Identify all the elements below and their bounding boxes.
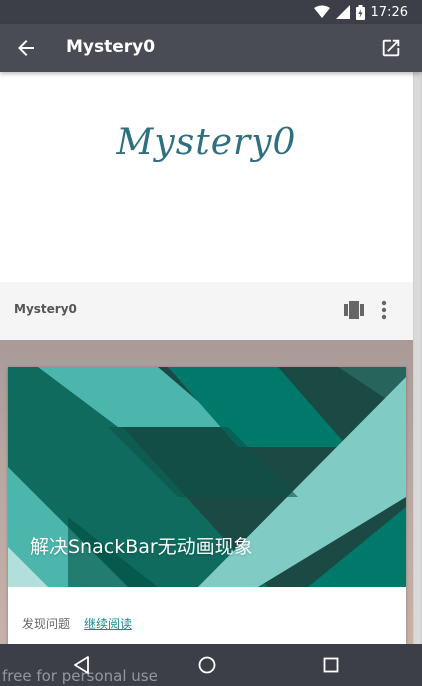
logo: Mystery0 bbox=[116, 122, 297, 163]
home-circle-icon[interactable] bbox=[196, 654, 218, 676]
recents-square-icon[interactable] bbox=[320, 654, 342, 676]
post-category[interactable]: 发现问题 bbox=[22, 615, 70, 632]
post-cover-image: 解决SnackBar无动画现象 bbox=[8, 367, 406, 587]
scrollbar-thumb[interactable] bbox=[414, 72, 421, 644]
scrollbar[interactable] bbox=[413, 72, 422, 644]
status-time: 17:26 bbox=[370, 4, 408, 20]
read-more-link[interactable]: 继续阅读 bbox=[84, 615, 132, 632]
back-arrow-icon[interactable] bbox=[14, 36, 38, 60]
wifi-icon bbox=[313, 5, 330, 18]
app-bar: Mystery0 bbox=[0, 24, 422, 72]
post-title[interactable]: 解决SnackBar无动画现象 bbox=[30, 532, 253, 559]
film-icon[interactable] bbox=[344, 301, 364, 319]
logo-area: Mystery0 bbox=[0, 72, 413, 282]
more-vert-icon[interactable] bbox=[378, 298, 390, 322]
card-header: Mystery0 bbox=[0, 282, 413, 340]
main-content[interactable]: Mystery0 Mystery0 解决SnackBar无动画现象 发现问题 继… bbox=[0, 72, 422, 644]
page-title: Mystery0 bbox=[66, 37, 156, 57]
card-author-name: Mystery0 bbox=[14, 302, 77, 316]
watermark: free for personal use bbox=[2, 667, 158, 685]
post-footer: 发现问题 继续阅读 bbox=[8, 587, 406, 644]
signal-icon bbox=[335, 5, 350, 19]
post-card[interactable]: 解决SnackBar无动画现象 发现问题 继续阅读 bbox=[8, 367, 406, 644]
battery-icon bbox=[355, 4, 365, 20]
status-bar: 17:26 bbox=[0, 0, 422, 24]
open-external-icon[interactable] bbox=[380, 37, 402, 59]
status-icons: 17:26 bbox=[313, 3, 408, 21]
